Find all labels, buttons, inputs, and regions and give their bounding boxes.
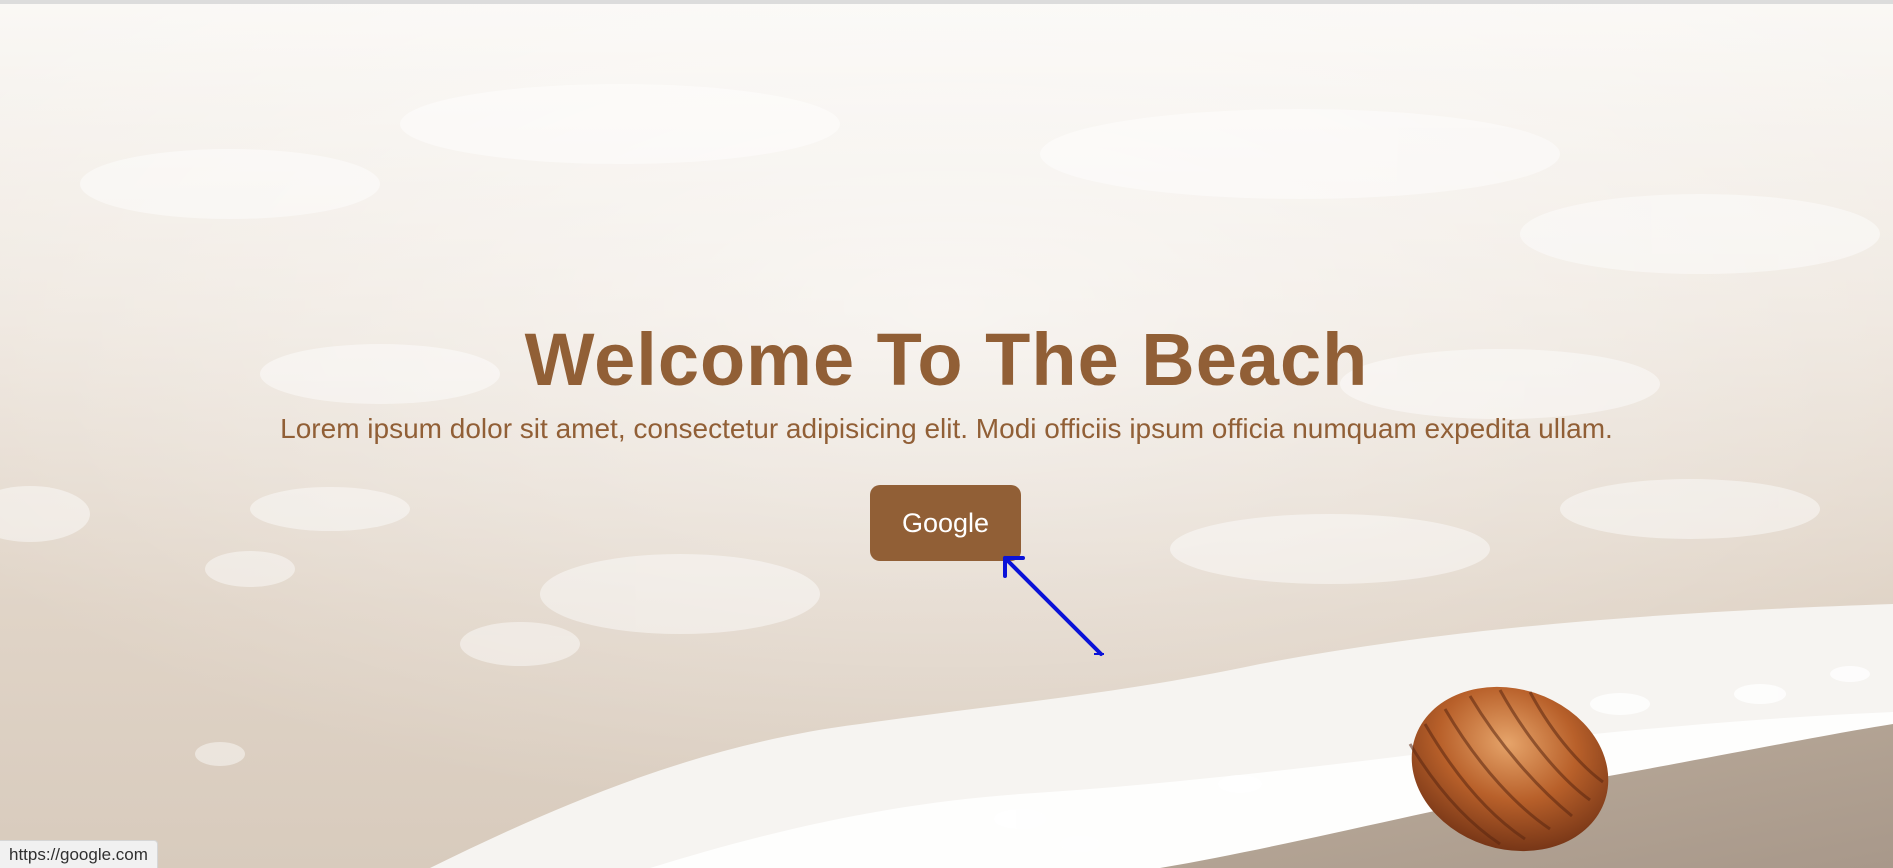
- hero-section: Welcome To The Beach Lorem ipsum dolor s…: [0, 0, 1893, 868]
- link-status-url: https://google.com: [0, 840, 158, 868]
- hero-title: Welcome To The Beach: [524, 318, 1369, 401]
- landing-page: Welcome To The Beach Lorem ipsum dolor s…: [0, 0, 1893, 868]
- google-button[interactable]: Google: [870, 485, 1021, 561]
- browser-top-border: [0, 0, 1893, 4]
- hero-subtitle: Lorem ipsum dolor sit amet, consectetur …: [280, 413, 1613, 444]
